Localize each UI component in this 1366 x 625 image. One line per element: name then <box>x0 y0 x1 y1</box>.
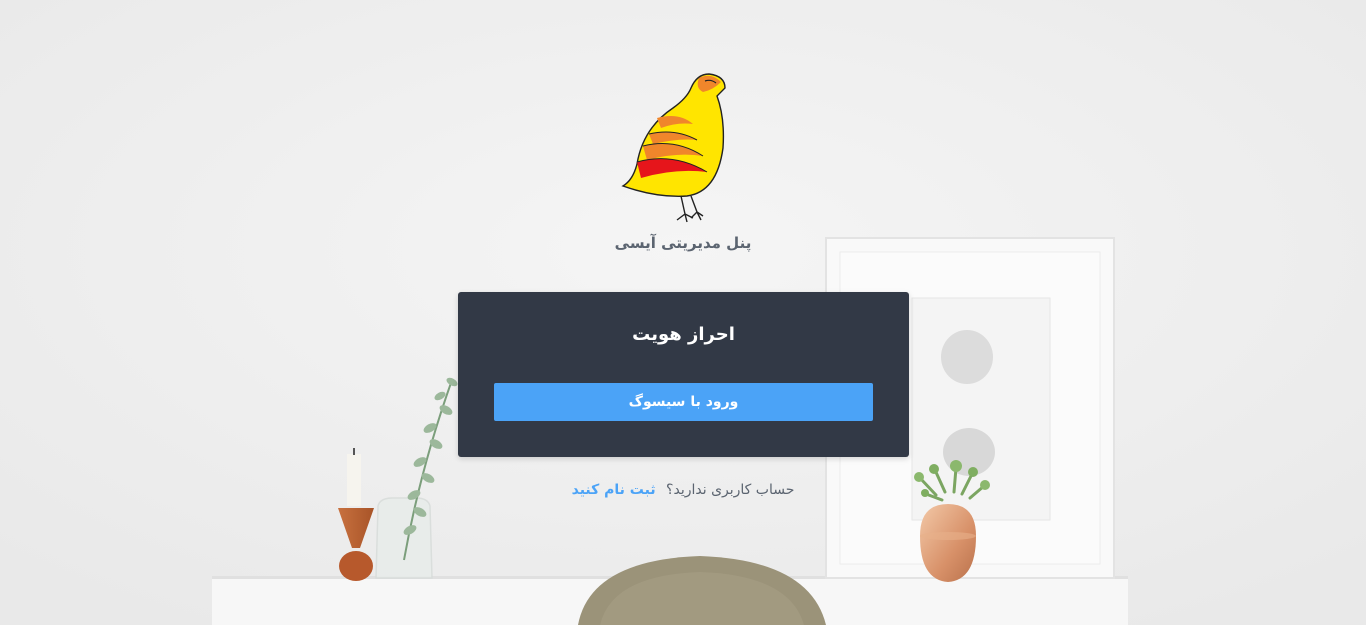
login-with-sisoog-button[interactable]: ورود با سیسوگ <box>494 383 873 421</box>
auth-card: احراز هویت ورود با سیسوگ <box>458 292 909 457</box>
bird-logo-icon <box>613 68 733 228</box>
register-prompt: حساب کاربری ندارید؟ <box>666 482 795 498</box>
auth-card-title: احراز هویت <box>632 324 735 345</box>
register-row: حساب کاربری ندارید؟ ثبت نام کنید <box>483 482 883 498</box>
app-title: پنل مدیریتی آیسی <box>614 234 752 252</box>
register-link[interactable]: ثبت نام کنید <box>572 482 656 498</box>
